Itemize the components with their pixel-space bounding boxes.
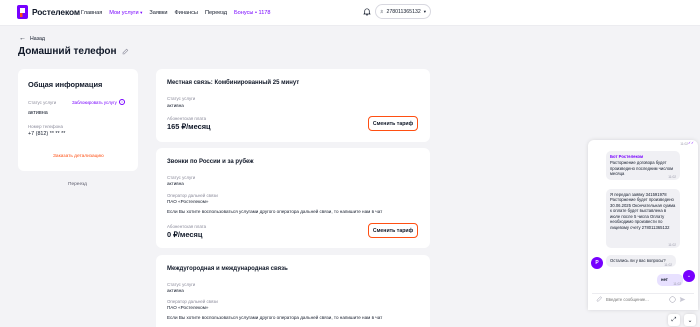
expand-chat-button[interactable]: ⤢ — [668, 314, 680, 326]
check-icon: ✓✓ — [687, 141, 694, 145]
general-info-card: Общая информация Статус услуги Заблокиро… — [18, 69, 138, 171]
message-time: 11:02 — [668, 174, 676, 179]
status-label: Статус услуги — [167, 96, 196, 101]
status-label: Статус услуги — [167, 282, 196, 287]
general-info-title: Общая информация — [28, 80, 103, 89]
user-icon — [380, 9, 384, 14]
status-value: активна — [167, 181, 184, 186]
collapse-chat-button[interactable]: ⌄ — [684, 314, 696, 326]
nav-my-services[interactable]: Мои услуги ▾ — [109, 10, 142, 16]
bot-message: Я передал заявку 341591978 Расторжение б… — [606, 189, 680, 248]
service-card-intercity: Междугородная и международная связь Стат… — [156, 255, 430, 327]
chat-widget: 11:02 ✓✓ Бот Ростелеком Расторжение дого… — [588, 140, 698, 310]
fee-value: 165 ₽/месяц — [167, 122, 211, 131]
order-detail-link[interactable]: Заказать детализацию — [53, 154, 104, 159]
block-service-link[interactable]: Заблокировать услугу — [72, 100, 117, 105]
emoji-icon[interactable] — [669, 296, 676, 303]
bot-name: Бот Ростелеком — [610, 154, 644, 159]
phone-value: +7 (812) ** ** ** — [28, 131, 66, 137]
operator-label: Оператор дальней связи — [167, 193, 218, 198]
change-tariff-button[interactable]: Сменить тариф — [368, 116, 418, 131]
back-link[interactable]: ← Назад — [19, 35, 45, 42]
bot-message-text: Расторжение договора будет произведено п… — [610, 160, 673, 177]
status-label: Статус услуги — [167, 175, 196, 180]
bot-message: Остались ли у вас вопросы? 11:02 — [606, 255, 676, 267]
operator-value: ПАО «Ростелеком» — [167, 305, 209, 310]
operator-value: ПАО «Ростелеком» — [167, 199, 209, 204]
logo-text: Ростелеком — [32, 7, 80, 17]
fee-label: Абонентская плата — [167, 224, 207, 229]
bot-message-text: Остались ли у вас вопросы? — [610, 258, 666, 263]
scroll-down-button[interactable]: ⌄ — [683, 270, 695, 282]
chat-message-input[interactable] — [606, 297, 666, 302]
user-message: нет 11:02 — [657, 274, 683, 286]
message-time: 11:02 — [668, 242, 676, 247]
chevron-down-icon: ▾ — [423, 8, 426, 14]
page-title-text: Домашний телефон — [18, 46, 117, 57]
chevron-down-icon: ⌄ — [686, 273, 692, 279]
expand-icon: ⤢ — [671, 316, 677, 323]
nav-requests[interactable]: Заявки — [149, 10, 167, 16]
service-card-calls: Звонки по России и за рубеж Статус услуг… — [156, 148, 430, 248]
send-icon[interactable] — [679, 296, 686, 303]
bot-avatar: Р — [591, 257, 603, 269]
chevron-down-icon: ⌄ — [687, 317, 693, 324]
user-message-text: нет — [661, 277, 668, 282]
move-link[interactable]: Переезд — [68, 182, 87, 187]
phone-label: Номер телефона — [28, 124, 63, 129]
chat-input-bar — [592, 293, 694, 305]
account-number: 278011365132 — [386, 8, 421, 15]
nav-bonuses[interactable]: Бонусы • 1178 — [234, 10, 271, 16]
message-time: 11:02 — [680, 142, 688, 146]
service-title: Междугородная и международная связь — [167, 266, 288, 272]
fee-label: Абонентская плата — [167, 116, 207, 121]
service-card-local: Местная связь: Комбинированный 25 минут … — [156, 69, 430, 142]
page-title: Домашний телефон — [18, 46, 129, 57]
info-icon[interactable]: i — [119, 99, 125, 105]
status-value: активна — [167, 288, 184, 293]
operator-note: Если Вы хотите воспользоваться услугами … — [167, 315, 383, 320]
chevron-down-icon: ▾ — [140, 10, 143, 15]
message-time: 11:02 — [673, 282, 681, 286]
fee-value: 0 ₽/месяц — [167, 230, 203, 239]
nav-home[interactable]: Главная — [81, 10, 102, 16]
notification-button[interactable] — [360, 5, 374, 19]
bell-icon — [363, 8, 371, 16]
nav-finances[interactable]: Финансы — [174, 10, 197, 16]
account-selector[interactable]: 278011365132 ▾ — [375, 4, 431, 19]
message-time: 11:02 — [664, 262, 672, 267]
nav-move[interactable]: Переезд — [205, 10, 227, 16]
status-value: активна — [167, 103, 184, 108]
operator-label: Оператор дальней связи — [167, 299, 218, 304]
status-value: активна — [28, 110, 48, 116]
service-title: Местная связь: Комбинированный 25 минут — [167, 80, 300, 86]
bot-message: Бот Ростелеком Расторжение договора буде… — [606, 151, 680, 180]
bot-message-text: Я передал заявку 341591978 Расторжение б… — [610, 192, 676, 230]
attach-icon[interactable] — [596, 296, 603, 303]
change-tariff-button[interactable]: Сменить тариф — [368, 223, 418, 238]
edit-icon[interactable] — [122, 48, 129, 55]
back-label: Назад — [30, 35, 45, 42]
top-header: Ростелеком Главная Мои услуги ▾ Заявки Ф… — [0, 0, 700, 26]
main-nav: Главная Мои услуги ▾ Заявки Финансы Пере… — [81, 10, 271, 16]
rostelecom-logo[interactable]: Ростелеком — [17, 5, 80, 19]
service-title: Звонки по России и за рубеж — [167, 159, 254, 165]
logo-icon — [17, 5, 28, 19]
bot-avatar-letter: Р — [595, 260, 599, 266]
arrow-left-icon: ← — [19, 35, 26, 42]
status-label: Статус услуги — [28, 100, 57, 105]
operator-note: Если Вы хотите воспользоваться услугами … — [167, 209, 383, 214]
